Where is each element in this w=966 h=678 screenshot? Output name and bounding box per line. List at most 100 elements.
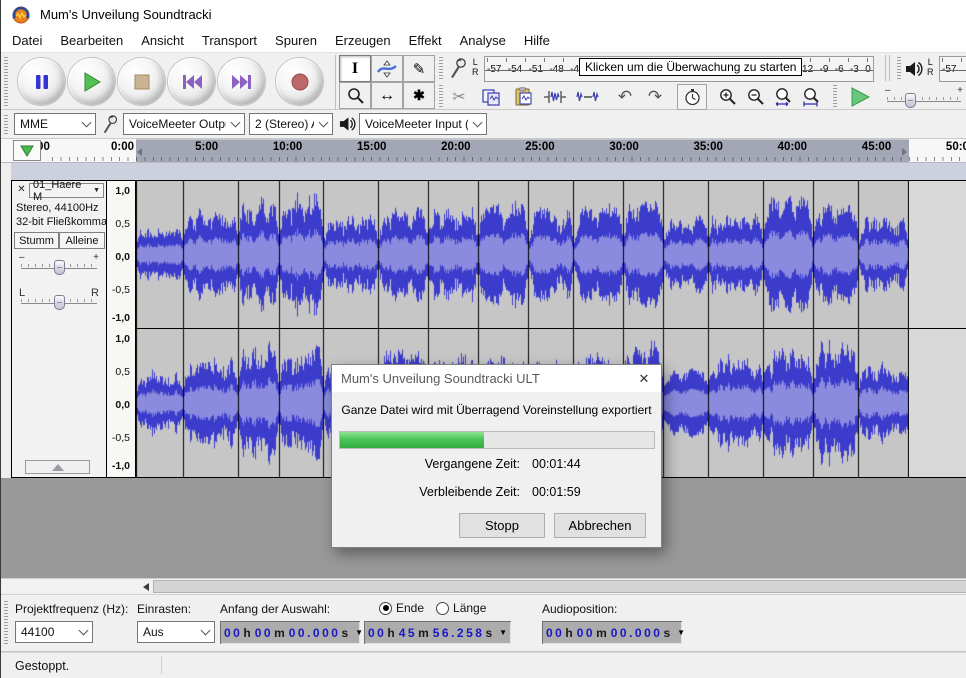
skip-to-start-button[interactable] (168, 58, 215, 105)
vruler-label: -0,5 (107, 284, 130, 296)
snap-select[interactable]: Aus (137, 621, 215, 643)
menu-item-ansicht[interactable]: Ansicht (132, 30, 193, 51)
menu-item-bearbeiten[interactable]: Bearbeiten (51, 30, 132, 51)
stop-export-button[interactable]: Stopp (459, 513, 545, 538)
slider-line (887, 101, 961, 102)
vertical-ruler[interactable]: 1,00,50,0-0,5-1,01,00,50,0-0,5-1,0 (106, 180, 136, 478)
trim-button[interactable] (541, 84, 569, 109)
track-control-panel[interactable]: ✕ 01_Haere M▼ Stereo, 44100Hz 32-bit Fli… (11, 180, 106, 478)
track-close-button[interactable]: ✕ (15, 183, 28, 197)
dialog-close-button[interactable]: ✕ (627, 365, 661, 392)
cut-button[interactable]: ✂ (445, 84, 473, 109)
play-at-speed-button[interactable] (843, 84, 877, 110)
playhead-pin-button[interactable] (13, 140, 41, 161)
zoom-selection-button[interactable] (771, 84, 797, 109)
record-button[interactable] (276, 58, 323, 105)
dialog-titlebar[interactable]: Mum's Unveilung Soundtracki ULT ✕ (332, 365, 661, 392)
mute-button[interactable]: Stumm (14, 232, 59, 249)
progress-bar (339, 431, 655, 449)
pan-slider[interactable]: L R (19, 289, 99, 313)
meter-grip[interactable] (897, 57, 901, 81)
selection-start-label: Anfang der Auswahl: (220, 602, 330, 616)
pause-button[interactable] (18, 58, 65, 105)
titlebar: Mum's Unveilung Soundtracki (1, 0, 966, 28)
dropdown-triangle-icon[interactable]: ▼ (677, 628, 685, 637)
ruler-time-label: 20:00 (441, 141, 470, 153)
project-rate-select[interactable]: 44100 (15, 621, 93, 643)
stopwatch-icon (684, 88, 701, 106)
copy-button[interactable] (477, 84, 505, 109)
copy-icon (481, 88, 501, 106)
waveform-channel-left[interactable] (136, 181, 909, 328)
menu-item-spuren[interactable]: Spuren (266, 30, 326, 51)
menu-item-transport[interactable]: Transport (193, 30, 266, 51)
record-meter-mic-button[interactable] (445, 56, 471, 82)
play-meter-speaker-button[interactable] (903, 56, 925, 82)
playback-speed-slider[interactable]: – + (885, 87, 963, 109)
gain-slider[interactable]: – + (19, 254, 99, 278)
menu-item-effekt[interactable]: Effekt (400, 30, 451, 51)
scissors-icon: ✂ (452, 87, 465, 107)
radio-length[interactable] (436, 602, 449, 615)
menu-item-datei[interactable]: Datei (3, 30, 51, 51)
scrollbar-thumb[interactable] (153, 580, 966, 593)
playback-device-select[interactable]: VoiceMeeter Input (VB-Au (359, 113, 487, 135)
time-shift-tool-button[interactable]: ↔ (371, 82, 403, 109)
device-grip[interactable] (4, 115, 8, 135)
timeline-ruler[interactable]: 5:000:005:0010:0015:0020:0025:0030:0035:… (1, 139, 966, 163)
ruler-time-label: 15:00 (357, 141, 386, 153)
silence-button[interactable] (573, 84, 603, 109)
undo-button[interactable]: ↶ (611, 84, 639, 109)
toolbar-grip[interactable] (4, 57, 8, 107)
selection-start-arrow (137, 148, 142, 156)
microphone-icon (448, 58, 468, 80)
transcription-grip[interactable] (833, 85, 837, 107)
track-collapse-button[interactable] (25, 460, 90, 474)
play-button[interactable] (68, 58, 115, 105)
dropdown-triangle-icon[interactable]: ▼ (499, 628, 507, 637)
draw-tool-button[interactable]: ✎ (403, 55, 435, 82)
selection-end-time[interactable]: 00h45m56.258s▼ (364, 621, 511, 644)
meter-grip[interactable] (439, 57, 443, 81)
zoom-in-button[interactable] (715, 84, 741, 109)
zoom-out-button[interactable] (743, 84, 769, 109)
play-at-speed-icon (849, 86, 871, 108)
multi-tool-button[interactable]: ✱ (403, 82, 435, 109)
dropdown-triangle-icon[interactable]: ▼ (355, 628, 363, 637)
selection-start-time[interactable]: 00h00m00.000s▼ (220, 621, 360, 644)
playback-meter[interactable]: -57 (939, 56, 966, 82)
speed-slider-thumb[interactable] (905, 93, 916, 108)
track-name-menu[interactable]: 01_Haere M▼ (29, 183, 104, 198)
audio-position-time[interactable]: 00h00m00.000s▼ (542, 621, 682, 644)
horizontal-scrollbar[interactable] (1, 578, 966, 594)
skip-to-end-button[interactable] (218, 58, 265, 105)
chevron-down-icon (319, 118, 329, 128)
audio-host-select[interactable]: MME (14, 113, 96, 135)
solo-button[interactable]: Alleine (59, 232, 105, 249)
ruler-time-label: 10:00 (273, 141, 302, 153)
gain-minus-label: – (19, 252, 25, 263)
redo-button[interactable]: ↷ (641, 84, 669, 109)
paste-button[interactable] (509, 84, 537, 109)
timer-record-button[interactable] (677, 84, 707, 110)
menu-item-hilfe[interactable]: Hilfe (515, 30, 559, 51)
scroll-left-arrow[interactable] (143, 583, 149, 591)
menu-item-erzeugen[interactable]: Erzeugen (326, 30, 400, 51)
cancel-export-button[interactable]: Abbrechen (554, 513, 646, 538)
zoom-tool-button[interactable] (339, 82, 371, 109)
selection-tool-button[interactable]: I (339, 55, 371, 82)
radio-end[interactable] (379, 602, 392, 615)
recording-device-select[interactable]: VoiceMeeter Output (VB-A (123, 113, 245, 135)
zoom-fit-button[interactable] (799, 84, 825, 109)
envelope-tool-button[interactable] (371, 55, 403, 82)
recording-channels-select[interactable]: 2 (Stereo) Aufna (249, 113, 333, 135)
gain-slider-thumb[interactable] (54, 260, 65, 275)
vruler-label: -1,0 (107, 312, 130, 324)
edit-toolbar-grip[interactable] (439, 85, 443, 109)
selbar-grip[interactable] (4, 601, 8, 645)
pan-slider-thumb[interactable] (54, 295, 65, 310)
magnifier-icon (347, 87, 364, 104)
menu-item-analyse[interactable]: Analyse (451, 30, 515, 51)
dialog-message: Ganze Datei wird mit Überragend Voreinst… (332, 403, 661, 417)
stop-button[interactable] (118, 58, 165, 105)
